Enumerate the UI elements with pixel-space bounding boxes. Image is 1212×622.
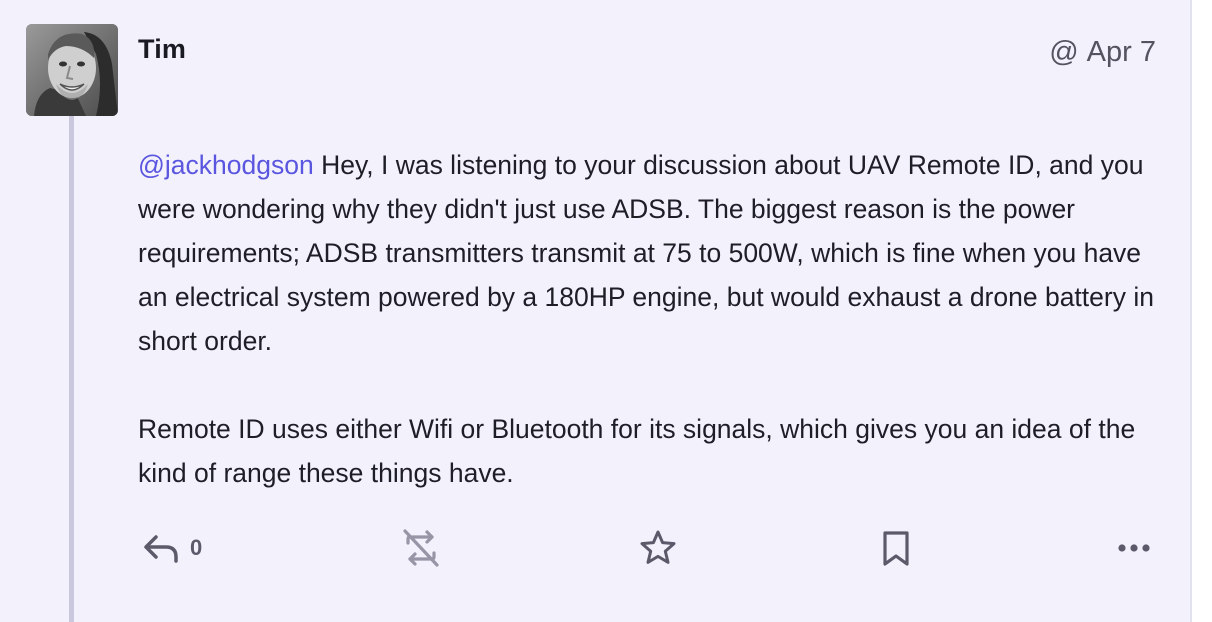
reply-icon	[144, 535, 178, 563]
thread-connector-line	[69, 116, 74, 622]
avatar[interactable]	[26, 24, 118, 116]
mention-link[interactable]: @jackhodgson	[138, 150, 314, 180]
avatar-photo	[26, 24, 118, 116]
ellipsis-icon	[1118, 544, 1150, 552]
post-paragraph: @jackhodgson Hey, I was listening to you…	[138, 143, 1163, 363]
action-bar: 0	[138, 524, 1158, 572]
post-paragraph-text: Hey, I was listening to your discussion …	[138, 150, 1154, 356]
more-button[interactable]	[1114, 524, 1154, 572]
bookmark-button[interactable]	[878, 524, 914, 572]
post-content: @jackhodgson Hey, I was listening to you…	[138, 143, 1163, 495]
reply-count: 0	[190, 535, 203, 560]
favourite-button[interactable]	[638, 524, 678, 572]
reply-button[interactable]: 0	[142, 524, 202, 572]
at-icon: @	[1049, 36, 1079, 68]
boost-disabled-icon	[403, 529, 439, 567]
status-card: Tim @ Apr 7 @jackhodgson Hey, I was list…	[0, 0, 1192, 622]
author-display-name[interactable]: Tim	[138, 34, 186, 65]
post-paragraph: Remote ID uses either Wifi or Bluetooth …	[138, 414, 1136, 488]
bookmark-icon	[883, 531, 909, 566]
post-timestamp[interactable]: @ Apr 7	[1049, 36, 1156, 69]
star-icon	[640, 530, 676, 564]
boost-button[interactable]	[400, 524, 442, 572]
post-date[interactable]: Apr 7	[1087, 36, 1156, 69]
